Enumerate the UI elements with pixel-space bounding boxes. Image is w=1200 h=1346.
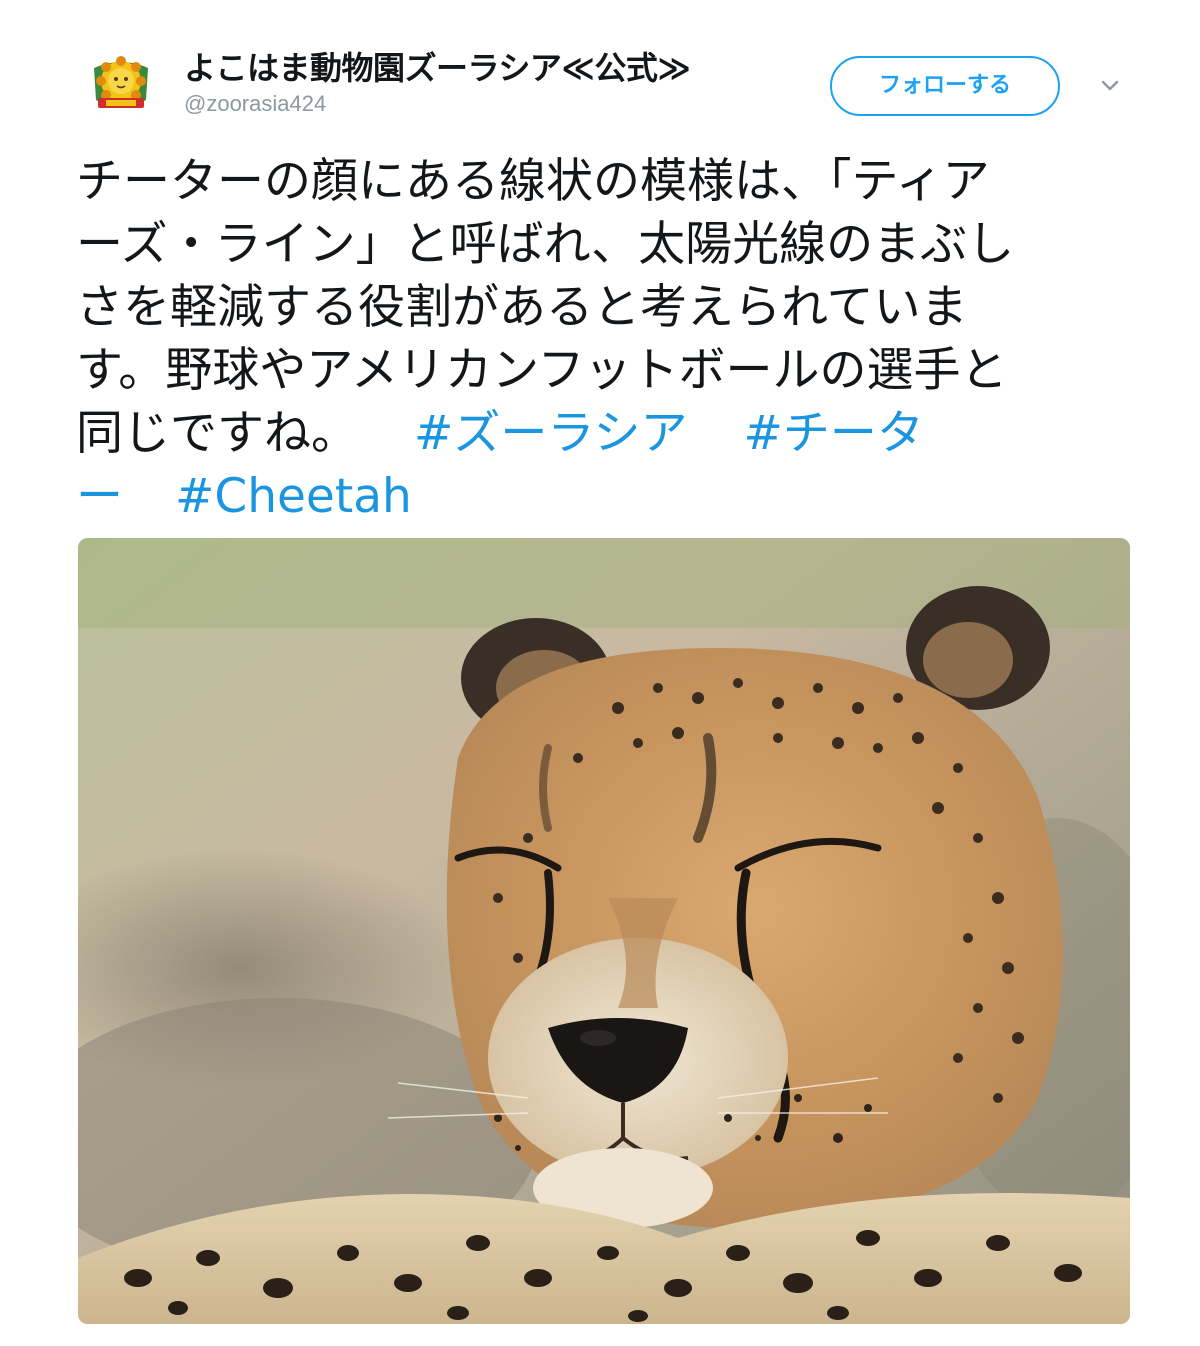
- tweet-text-segment: 同じですね。: [76, 406, 358, 461]
- tweet-text-line: す。野球やアメリカンフットボールの選手と: [76, 343, 1008, 398]
- hashtag-cheetah-jp[interactable]: #チータ: [743, 406, 923, 461]
- hashtag-cheetah-en[interactable]: #Cheetah: [175, 469, 412, 524]
- avatar[interactable]: [84, 48, 158, 122]
- tweet-text-line: さを軽減する役割があると考えられていま: [76, 280, 968, 335]
- tweet-text-line: ーズ・ライン」と呼ばれ、太陽光線のまぶし: [76, 217, 1015, 272]
- hashtag-zoorasia[interactable]: #ズーラシア: [414, 406, 687, 461]
- follow-button[interactable]: フォローする: [830, 56, 1060, 116]
- tweet-text-line: 同じですね。 #ズーラシア #チータ: [76, 402, 1136, 465]
- tweet-text-line: チーターの顔にある線状の模様は、「ティア: [76, 154, 990, 209]
- tweet-card: よこはま動物園ズーラシア≪公式≫ @zoorasia424 フォローする チータ…: [0, 0, 1200, 1346]
- user-handle[interactable]: @zoorasia424: [184, 90, 326, 118]
- cheetah-photo: [78, 538, 1130, 1324]
- display-name[interactable]: よこはま動物園ズーラシア≪公式≫: [184, 48, 691, 88]
- hashtag-cheetah-jp-continued[interactable]: ー: [76, 469, 123, 524]
- zoorasia-lion-logo-icon: [84, 48, 158, 122]
- chevron-down-icon[interactable]: [1096, 72, 1124, 100]
- tweet-text: チーターの顔にある線状の模様は、「ティア ーズ・ライン」と呼ばれ、太陽光線のまぶ…: [76, 150, 1136, 528]
- tweet-photo[interactable]: [78, 538, 1130, 1324]
- tweet-text-line: ー #Cheetah: [76, 465, 1136, 528]
